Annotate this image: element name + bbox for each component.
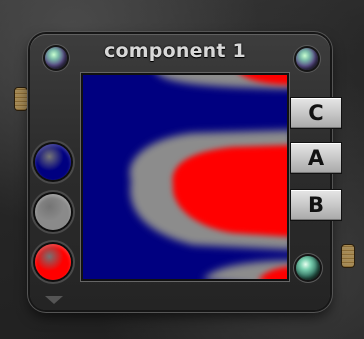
panel-title: component 1	[104, 40, 246, 62]
color-swatch-gray[interactable]	[35, 194, 71, 230]
right-side-knob[interactable]	[342, 245, 354, 267]
tab-a[interactable]: A	[290, 142, 342, 174]
collapse-triangle-icon[interactable]	[45, 296, 63, 304]
color-swatch-red[interactable]	[35, 244, 71, 280]
tab-c[interactable]: C	[290, 97, 342, 129]
component-image-viewer[interactable]	[81, 73, 289, 281]
left-side-knob[interactable]	[15, 88, 27, 110]
workspace-background: component 1 C A B	[0, 0, 364, 339]
component-image	[83, 75, 287, 279]
color-swatch-dark-blue[interactable]	[35, 144, 71, 180]
top-right-bead-icon	[296, 48, 318, 70]
tab-b[interactable]: B	[290, 189, 342, 221]
top-left-bead-icon	[45, 47, 67, 69]
bottom-right-bead-icon[interactable]	[296, 256, 320, 280]
